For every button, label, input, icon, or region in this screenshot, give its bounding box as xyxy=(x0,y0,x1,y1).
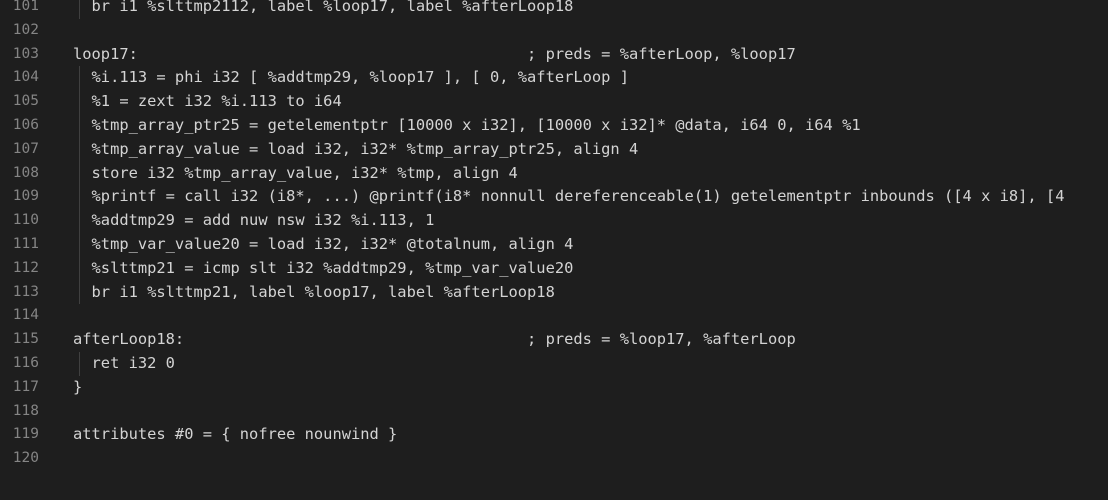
code-line[interactable]: 101 br i1 %slttmp2112, label %loop17, la… xyxy=(0,0,1108,19)
line-number: 106 xyxy=(12,116,39,133)
code-text[interactable]: loop17: ; preds = %afterLoop, %loop17 xyxy=(73,43,796,67)
code-text[interactable]: %printf = call i32 (i8*, ...) @printf(i8… xyxy=(73,185,1065,209)
code-line[interactable]: 108 store i32 %tmp_array_value, i32* %tm… xyxy=(0,161,1108,186)
code-lines[interactable]: 101 br i1 %slttmp2112, label %loop17, la… xyxy=(0,0,1108,471)
line-number: 114 xyxy=(12,307,39,324)
code-line[interactable]: 105 %1 = zext i32 %i.113 to i64 xyxy=(0,90,1108,114)
code-line[interactable]: 114 xyxy=(0,304,1108,328)
code-text[interactable]: %1 = zext i32 %i.113 to i64 xyxy=(73,90,342,114)
code-text[interactable]: ret i32 0 xyxy=(73,352,175,376)
code-text[interactable]: } xyxy=(73,376,82,400)
line-number: 110 xyxy=(12,212,39,229)
line-number: 108 xyxy=(12,164,39,181)
code-line[interactable]: 118 xyxy=(0,400,1108,424)
code-line[interactable]: 117} xyxy=(0,376,1108,400)
line-number: 107 xyxy=(12,140,39,157)
code-text[interactable]: %slttmp21 = icmp slt i32 %addtmp29, %tmp… xyxy=(73,257,574,281)
code-text[interactable]: %addtmp29 = add nuw nsw i32 %i.113, 1 xyxy=(73,209,435,233)
line-number: 101 xyxy=(12,0,39,14)
line-number: 117 xyxy=(12,378,39,395)
code-text[interactable]: br i1 %slttmp21, label %loop17, label %a… xyxy=(73,281,555,305)
code-line[interactable]: 112 %slttmp21 = icmp slt i32 %addtmp29, … xyxy=(0,256,1108,281)
line-number: 111 xyxy=(12,235,39,252)
code-line[interactable]: 104 %i.113 = phi i32 [ %addtmp29, %loop1… xyxy=(0,66,1108,91)
line-number: 102 xyxy=(12,21,39,38)
line-number: 120 xyxy=(12,450,39,467)
line-number: 104 xyxy=(12,69,39,86)
code-text[interactable]: %tmp_array_ptr25 = getelementptr [10000 … xyxy=(73,114,861,138)
code-line[interactable]: 107 %tmp_array_value = load i32, i32* %t… xyxy=(0,137,1108,162)
line-number: 112 xyxy=(12,259,39,276)
code-text[interactable]: store i32 %tmp_array_value, i32* %tmp, a… xyxy=(73,162,518,186)
code-line[interactable]: 119 attributes #0 = { nofree nounwind } xyxy=(0,423,1108,447)
line-number: 109 xyxy=(12,188,39,205)
line-number: 116 xyxy=(12,354,39,371)
line-number: 113 xyxy=(12,283,39,300)
code-line[interactable]: 102 xyxy=(0,19,1108,43)
code-line[interactable]: 103 loop17: ; preds = %afterLoop, %loop17 xyxy=(0,43,1108,67)
code-line[interactable]: 116 ret i32 0 xyxy=(0,351,1108,376)
code-line[interactable]: 115 afterLoop18: ; preds = %loop17, %afte… xyxy=(0,328,1108,352)
code-line[interactable]: 120 xyxy=(0,447,1108,471)
code-editor[interactable]: 101 br i1 %slttmp2112, label %loop17, la… xyxy=(0,0,1108,500)
code-text[interactable]: %i.113 = phi i32 [ %addtmp29, %loop17 ],… xyxy=(73,66,629,90)
line-number: 119 xyxy=(12,426,39,443)
code-line[interactable]: 111 %tmp_var_value20 = load i32, i32* @t… xyxy=(0,232,1108,257)
code-line[interactable]: 110 %addtmp29 = add nuw nsw i32 %i.113, … xyxy=(0,209,1108,233)
code-text[interactable]: attributes #0 = { nofree nounwind } xyxy=(73,423,397,447)
line-number: 105 xyxy=(12,93,39,110)
line-number: 118 xyxy=(12,402,39,419)
code-text[interactable]: afterLoop18: ; preds = %loop17, %afterLo… xyxy=(73,328,796,352)
code-line[interactable]: 113 br i1 %slttmp21, label %loop17, labe… xyxy=(0,280,1108,305)
code-text[interactable]: %tmp_var_value20 = load i32, i32* @total… xyxy=(73,233,574,257)
line-number: 103 xyxy=(12,45,39,62)
code-text[interactable]: br i1 %slttmp2112, label %loop17, label … xyxy=(73,0,574,19)
code-text[interactable]: %tmp_array_value = load i32, i32* %tmp_a… xyxy=(73,138,639,162)
code-line[interactable]: 109 %printf = call i32 (i8*, ...) @print… xyxy=(0,185,1108,210)
line-number: 115 xyxy=(12,331,39,348)
code-line[interactable]: 106 %tmp_array_ptr25 = getelementptr [10… xyxy=(0,113,1108,138)
